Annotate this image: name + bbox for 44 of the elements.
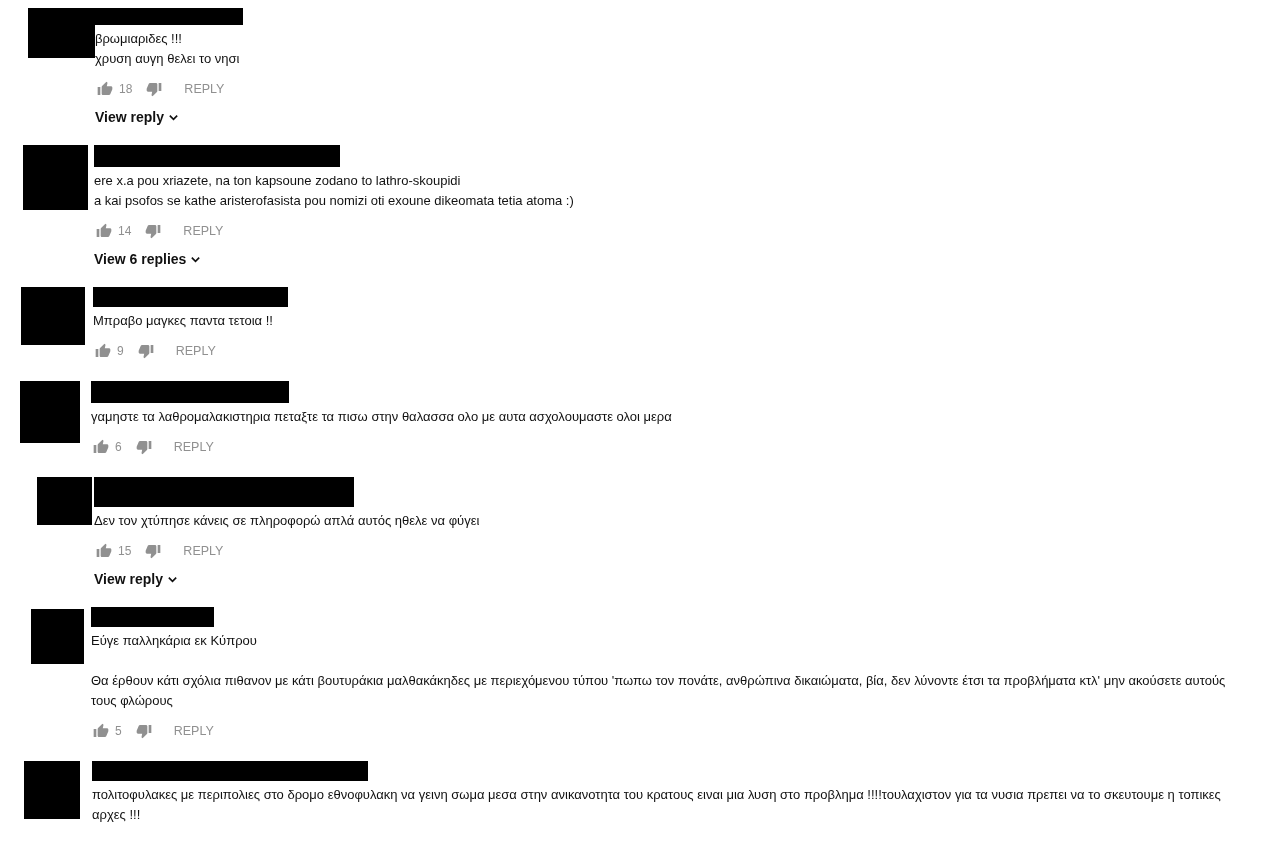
comment-text: γαμηστε τα λαθρομαλακιστηρια πεταξτε τα πισω στην θαλασσα ολο με αυτα ασχολουμαστε ολοι μερα bbox=[91, 408, 673, 426]
thumbs-down-icon[interactable] bbox=[145, 223, 162, 239]
avatar-redaction bbox=[20, 381, 80, 443]
thumbs-up-icon[interactable] bbox=[96, 543, 112, 559]
comment-text: Εύγε παλληκάρια εκ Κύπρου bbox=[91, 632, 258, 650]
comment-text: a kai psofos se kathe aristerofasista pou nomizi oti exoune dikeomata tetia atoma :) bbox=[94, 192, 575, 210]
like-count: 14 bbox=[118, 224, 132, 238]
reply-button[interactable]: REPLY bbox=[184, 82, 225, 96]
thumbs-down-icon[interactable] bbox=[135, 439, 152, 455]
view-replies-button[interactable]: View 6 replies bbox=[94, 251, 202, 267]
comment-text: Δεν τον χτύπησε κάνεις σε πληροφορώ απλά αυτός ηθελε να φύγει bbox=[94, 512, 481, 530]
avatar-redaction bbox=[37, 477, 92, 525]
view-replies-button[interactable]: View reply bbox=[94, 571, 178, 587]
avatar-redaction bbox=[28, 8, 95, 58]
avatar-redaction bbox=[31, 609, 84, 664]
reply-button[interactable]: REPLY bbox=[173, 724, 214, 738]
comment-text: χρυση αυγη θελει το νησι bbox=[95, 50, 241, 68]
reply-button[interactable]: REPLY bbox=[183, 544, 224, 558]
reply-button[interactable]: REPLY bbox=[173, 440, 214, 454]
reply-button[interactable]: REPLY bbox=[183, 224, 224, 238]
thumbs-up-icon[interactable] bbox=[95, 343, 111, 359]
thumbs-up-icon[interactable] bbox=[96, 223, 112, 239]
avatar-redaction bbox=[23, 145, 88, 210]
like-count: 18 bbox=[119, 82, 133, 96]
comment-text: Θα έρθουν κάτι σχόλια πιθανον με κάτι βουτυράκια μαλθακάκηδες με περιεχόμενου τύπου 'πωπω τον πονάτε, ανθρώπινα δικαιώματα, βία, δεν λύνοντε έτσι τα προβλήματα κτλ' μην ακούσετε αυτούς τους φλώρους bbox=[91, 672, 1227, 710]
thumbs-down-icon[interactable] bbox=[137, 343, 154, 359]
comment-text: Μπραβο μαγκες παντα τετοια !! bbox=[93, 312, 274, 330]
like-count: 6 bbox=[115, 440, 122, 454]
thumbs-up-icon[interactable] bbox=[93, 439, 109, 455]
reply-button[interactable]: REPLY bbox=[175, 344, 216, 358]
like-count: 15 bbox=[118, 544, 132, 558]
avatar-redaction bbox=[24, 761, 80, 819]
thumbs-down-icon[interactable] bbox=[145, 543, 162, 559]
thumbs-down-icon[interactable] bbox=[135, 723, 152, 739]
like-count: 9 bbox=[117, 344, 124, 358]
comment-text: πολιτοφυλακες με περιπολιες στο δρομο εθνοφυλακη να γεινη σωμα μεσα στην ανικανοτητα του κρατους ειναι μια λυση στο προβλημα !!!!τουλαχιστον για τα νυσια πρεπει να το σκευτουμε η τοπικες αρχες !!! bbox=[92, 786, 1222, 824]
thumbs-up-icon[interactable] bbox=[93, 723, 109, 739]
comment-text: βρωμιαριδες !!! bbox=[95, 30, 183, 48]
like-count: 5 bbox=[115, 724, 122, 738]
view-replies-button[interactable]: View reply bbox=[95, 109, 179, 125]
avatar-redaction bbox=[21, 287, 85, 345]
comment-text: ere x.a pou xriazete, na ton kapsoune zodano to lathro-skoupidi bbox=[94, 172, 462, 190]
thumbs-down-icon[interactable] bbox=[146, 81, 163, 97]
thumbs-up-icon[interactable] bbox=[97, 81, 113, 97]
